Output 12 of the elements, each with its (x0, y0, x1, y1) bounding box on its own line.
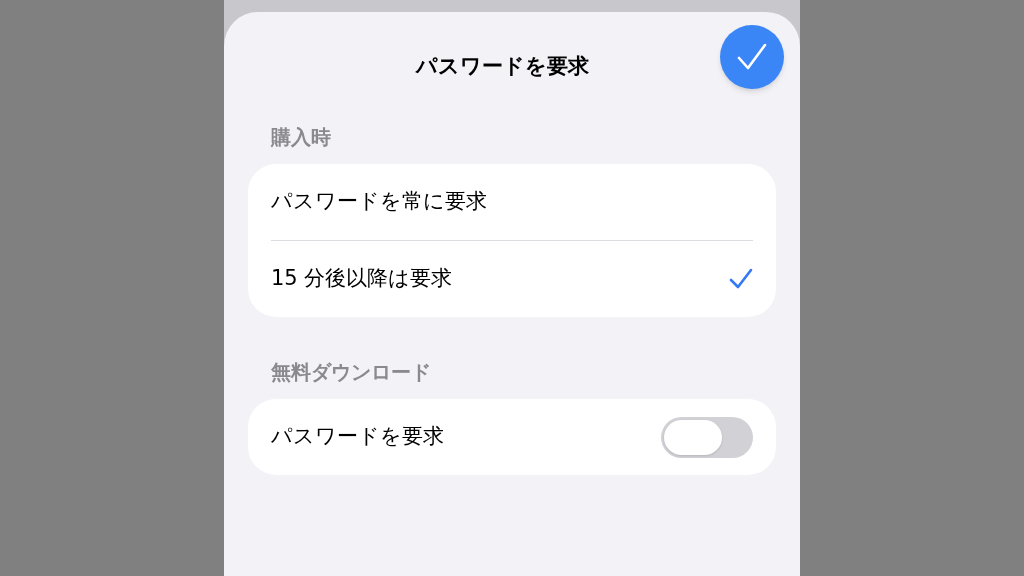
sheet-title: パスワードを要求 (416, 53, 589, 81)
option-row[interactable]: パスワードを要求 (271, 399, 753, 475)
option-label: パスワードを要求 (271, 423, 444, 451)
checkmark-icon (737, 43, 767, 71)
section-header: 購入時 (270, 124, 332, 151)
option-label: 15 分後以降は要求 (271, 265, 453, 293)
toggle-switch[interactable] (661, 416, 753, 458)
option-row[interactable]: 15 分後以降は要求 (271, 241, 753, 317)
done-button[interactable] (720, 25, 784, 89)
option-row[interactable]: パスワードを常に要求 (271, 164, 753, 240)
section-header: 無料ダウンロード (270, 359, 432, 386)
option-label: パスワードを常に要求 (271, 188, 487, 216)
